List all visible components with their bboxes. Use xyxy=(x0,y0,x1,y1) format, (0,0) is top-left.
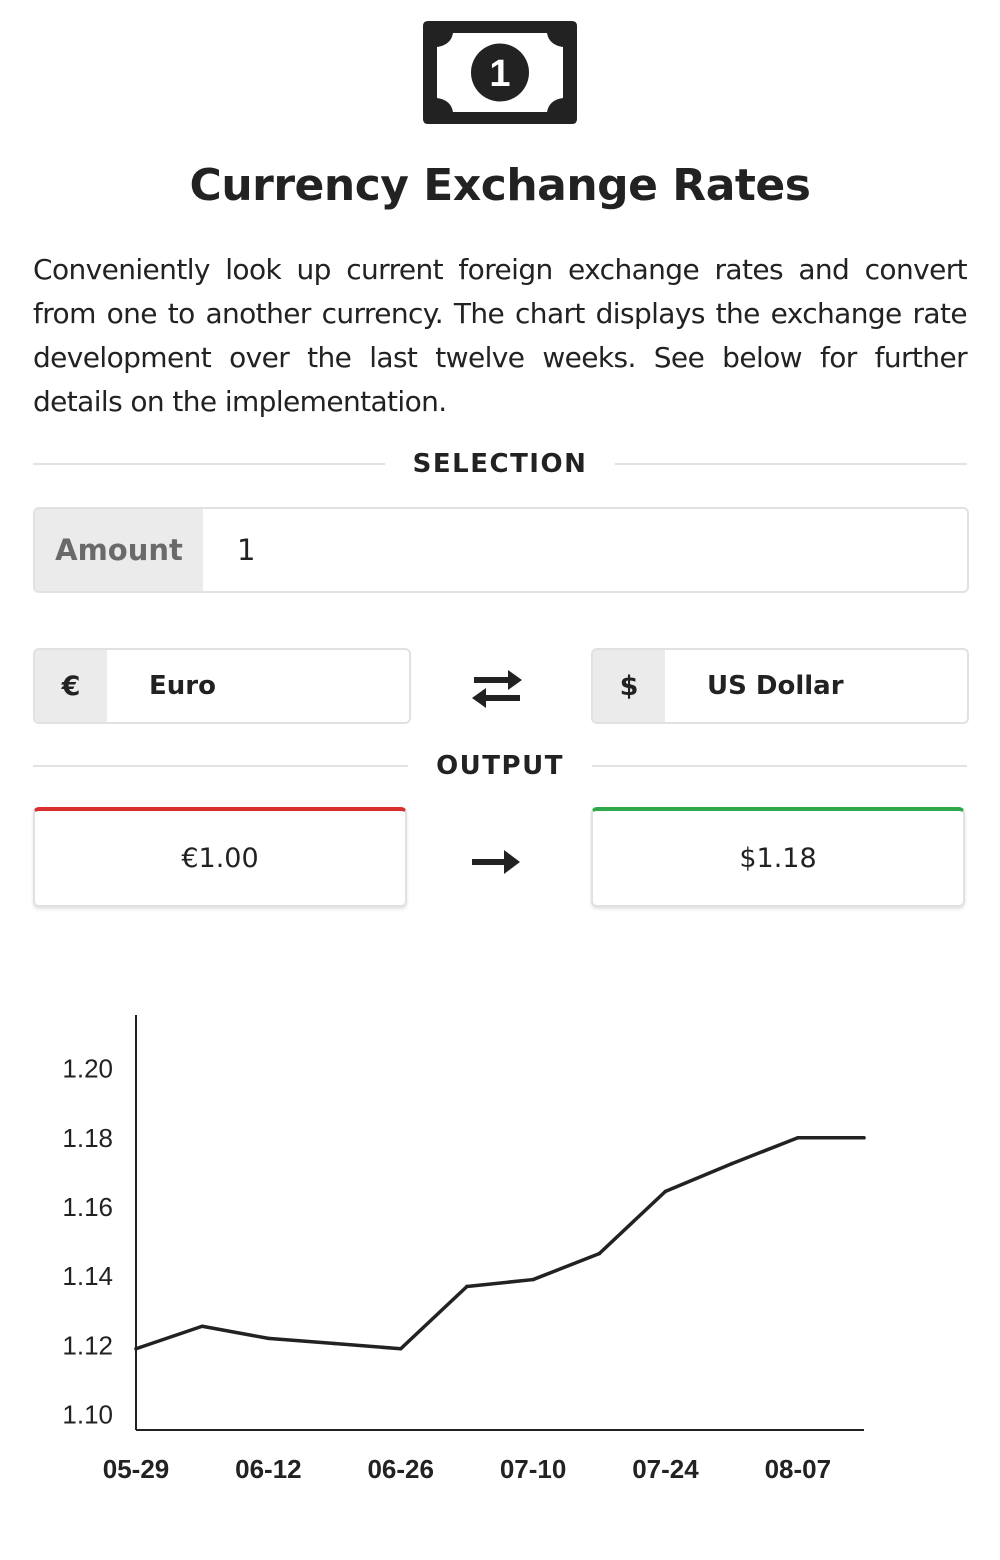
page-title: Currency Exchange Rates xyxy=(189,160,811,211)
from-currency-name: Euro xyxy=(107,650,409,722)
selection-heading: SELECTION xyxy=(412,449,588,479)
x-tick-label: 07-10 xyxy=(500,1454,567,1484)
y-tick-label: 1.12 xyxy=(62,1330,113,1360)
output-heading: OUTPUT xyxy=(436,751,564,781)
dollar-bill-icon: 1 xyxy=(423,21,577,124)
x-tick-label: 05-29 xyxy=(103,1454,170,1484)
rate-series-line xyxy=(135,1136,864,1351)
rate-data-point xyxy=(597,1251,602,1256)
x-tick-label: 06-12 xyxy=(235,1454,302,1484)
selection-divider: SELECTION xyxy=(33,446,968,482)
y-tick-label: 1.20 xyxy=(62,1054,113,1084)
intro-text: Conveniently look up current foreign exc… xyxy=(33,253,968,418)
rate-data-point xyxy=(663,1189,668,1194)
swap-arrows-icon[interactable] xyxy=(470,668,524,710)
rate-data-point xyxy=(729,1161,734,1166)
output-divider: OUTPUT xyxy=(33,748,968,784)
amount-input[interactable] xyxy=(203,509,967,591)
output-from-value: €1.00 xyxy=(33,807,407,907)
y-tick-label: 1.14 xyxy=(62,1261,113,1291)
y-tick-label: 1.16 xyxy=(62,1192,113,1222)
rate-data-point xyxy=(796,1135,800,1140)
output-to-value: $1.18 xyxy=(591,807,965,907)
from-currency-select[interactable]: € Euro xyxy=(33,648,411,724)
x-tick-label: 06-26 xyxy=(367,1454,434,1484)
x-tick-label: 08-07 xyxy=(765,1454,832,1484)
rate-data-point xyxy=(134,1346,138,1351)
rate-data-point xyxy=(266,1336,271,1341)
y-tick-label: 1.10 xyxy=(62,1399,113,1429)
y-tick-label: 1.18 xyxy=(62,1123,113,1153)
x-tick-label: 07-24 xyxy=(632,1454,699,1484)
logo-digit: 1 xyxy=(489,53,510,95)
amount-label: Amount xyxy=(35,509,203,591)
rate-data-point xyxy=(332,1341,337,1346)
rate-data-point xyxy=(531,1277,535,1282)
rate-data-point xyxy=(398,1346,403,1351)
rate-data-point xyxy=(200,1324,204,1329)
arrow-right-icon xyxy=(472,850,520,874)
from-currency-symbol: € xyxy=(35,650,107,722)
to-currency-name: US Dollar xyxy=(665,650,967,722)
to-currency-symbol: $ xyxy=(593,650,665,722)
to-currency-select[interactable]: $ US Dollar xyxy=(591,648,969,724)
exchange-rate-chart: 1.10 1.12 1.14 1.16 1.18 1.20 05-29 06-12 06-26 0… xyxy=(62,1015,866,1484)
rate-data-point xyxy=(465,1284,469,1289)
amount-field-group: Amount xyxy=(33,507,969,593)
rate-data-point xyxy=(862,1135,866,1140)
